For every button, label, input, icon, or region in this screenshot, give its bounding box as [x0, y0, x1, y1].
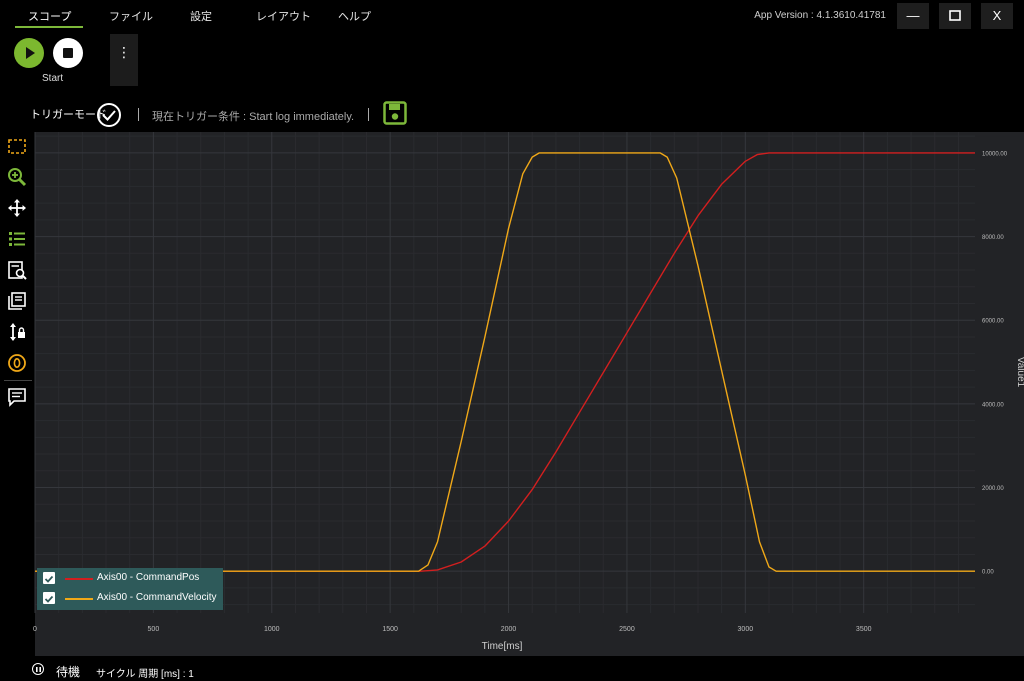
chart-legend: Axis00 - CommandPos Axis00 - CommandVelo… — [37, 568, 223, 610]
x-tick-label: 0 — [33, 626, 37, 633]
y-tick-label: 8000.00 — [982, 235, 1004, 241]
legend-checkbox[interactable] — [43, 572, 55, 584]
x-tick-label: 3000 — [738, 626, 754, 633]
legend-swatch — [65, 598, 93, 600]
legend-label: Axis00 - CommandVelocity — [97, 592, 217, 603]
legend-item-commandvelocity[interactable]: Axis00 - CommandVelocity — [43, 592, 219, 608]
status-state: 待機 — [56, 665, 81, 679]
legend-swatch — [65, 578, 93, 580]
y-tick-label: 2000.00 — [982, 486, 1004, 492]
x-tick-label: 1500 — [382, 626, 398, 633]
x-tick-label: 3500 — [856, 626, 872, 633]
series-line-commandvelocity — [35, 152, 975, 572]
y-tick-label: 4000.00 — [982, 402, 1004, 408]
legend-item-commandpos[interactable]: Axis00 - CommandPos — [43, 572, 219, 588]
legend-label: Axis00 - CommandPos — [97, 572, 200, 583]
checkmark-icon — [44, 595, 54, 603]
checkmark-icon — [44, 575, 54, 583]
legend-checkbox[interactable] — [43, 592, 55, 604]
y-tick-label: 10000.00 — [982, 151, 1008, 157]
cycle-period: サイクル 周期 [ms] : 1 — [96, 669, 194, 680]
y-tick-label: 6000.00 — [982, 319, 1004, 325]
x-axis-label: Time[ms] — [482, 641, 523, 652]
x-tick-label: 500 — [148, 626, 160, 633]
pause-icon — [32, 663, 44, 675]
series-line-commandpos — [35, 152, 975, 572]
y-tick-label: 0.00 — [982, 570, 994, 576]
x-tick-label: 1000 — [264, 626, 280, 633]
x-tick-label: 2000 — [501, 626, 517, 633]
x-tick-label: 2500 — [619, 626, 635, 633]
y-axis-label: Value1 — [1015, 357, 1024, 388]
